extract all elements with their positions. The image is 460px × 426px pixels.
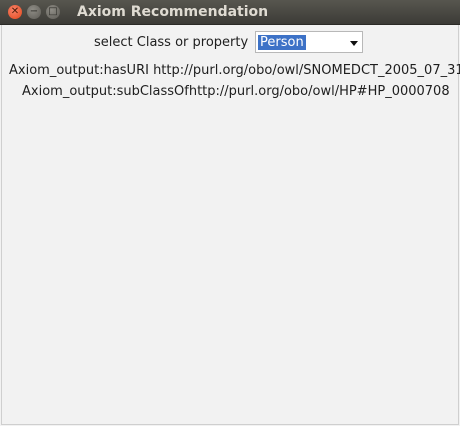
axiom-output-line: Axiom_output:subClassOfhttp://purl.org/o… [22,84,450,99]
maximize-window-button[interactable]: □ [46,5,60,19]
title-bar: ✕ − □ Axiom Recommendation [0,0,460,25]
select-label: select Class or property [94,35,249,50]
minimize-window-button[interactable]: − [27,5,41,19]
window-title: Axiom Recommendation [77,4,269,20]
app-window: ✕ − □ Axiom Recommendation select Class … [0,0,460,426]
close-icon: ✕ [10,6,20,17]
dropdown-selected-value: Person [258,35,306,50]
axiom-output-line: Axiom_output:hasURI http://purl.org/obo/… [9,63,460,78]
chevron-down-icon [350,41,358,46]
maximize-icon: □ [48,6,58,17]
class-property-dropdown[interactable]: Person [255,31,363,53]
minimize-icon: − [29,6,39,17]
close-window-button[interactable]: ✕ [8,5,22,19]
